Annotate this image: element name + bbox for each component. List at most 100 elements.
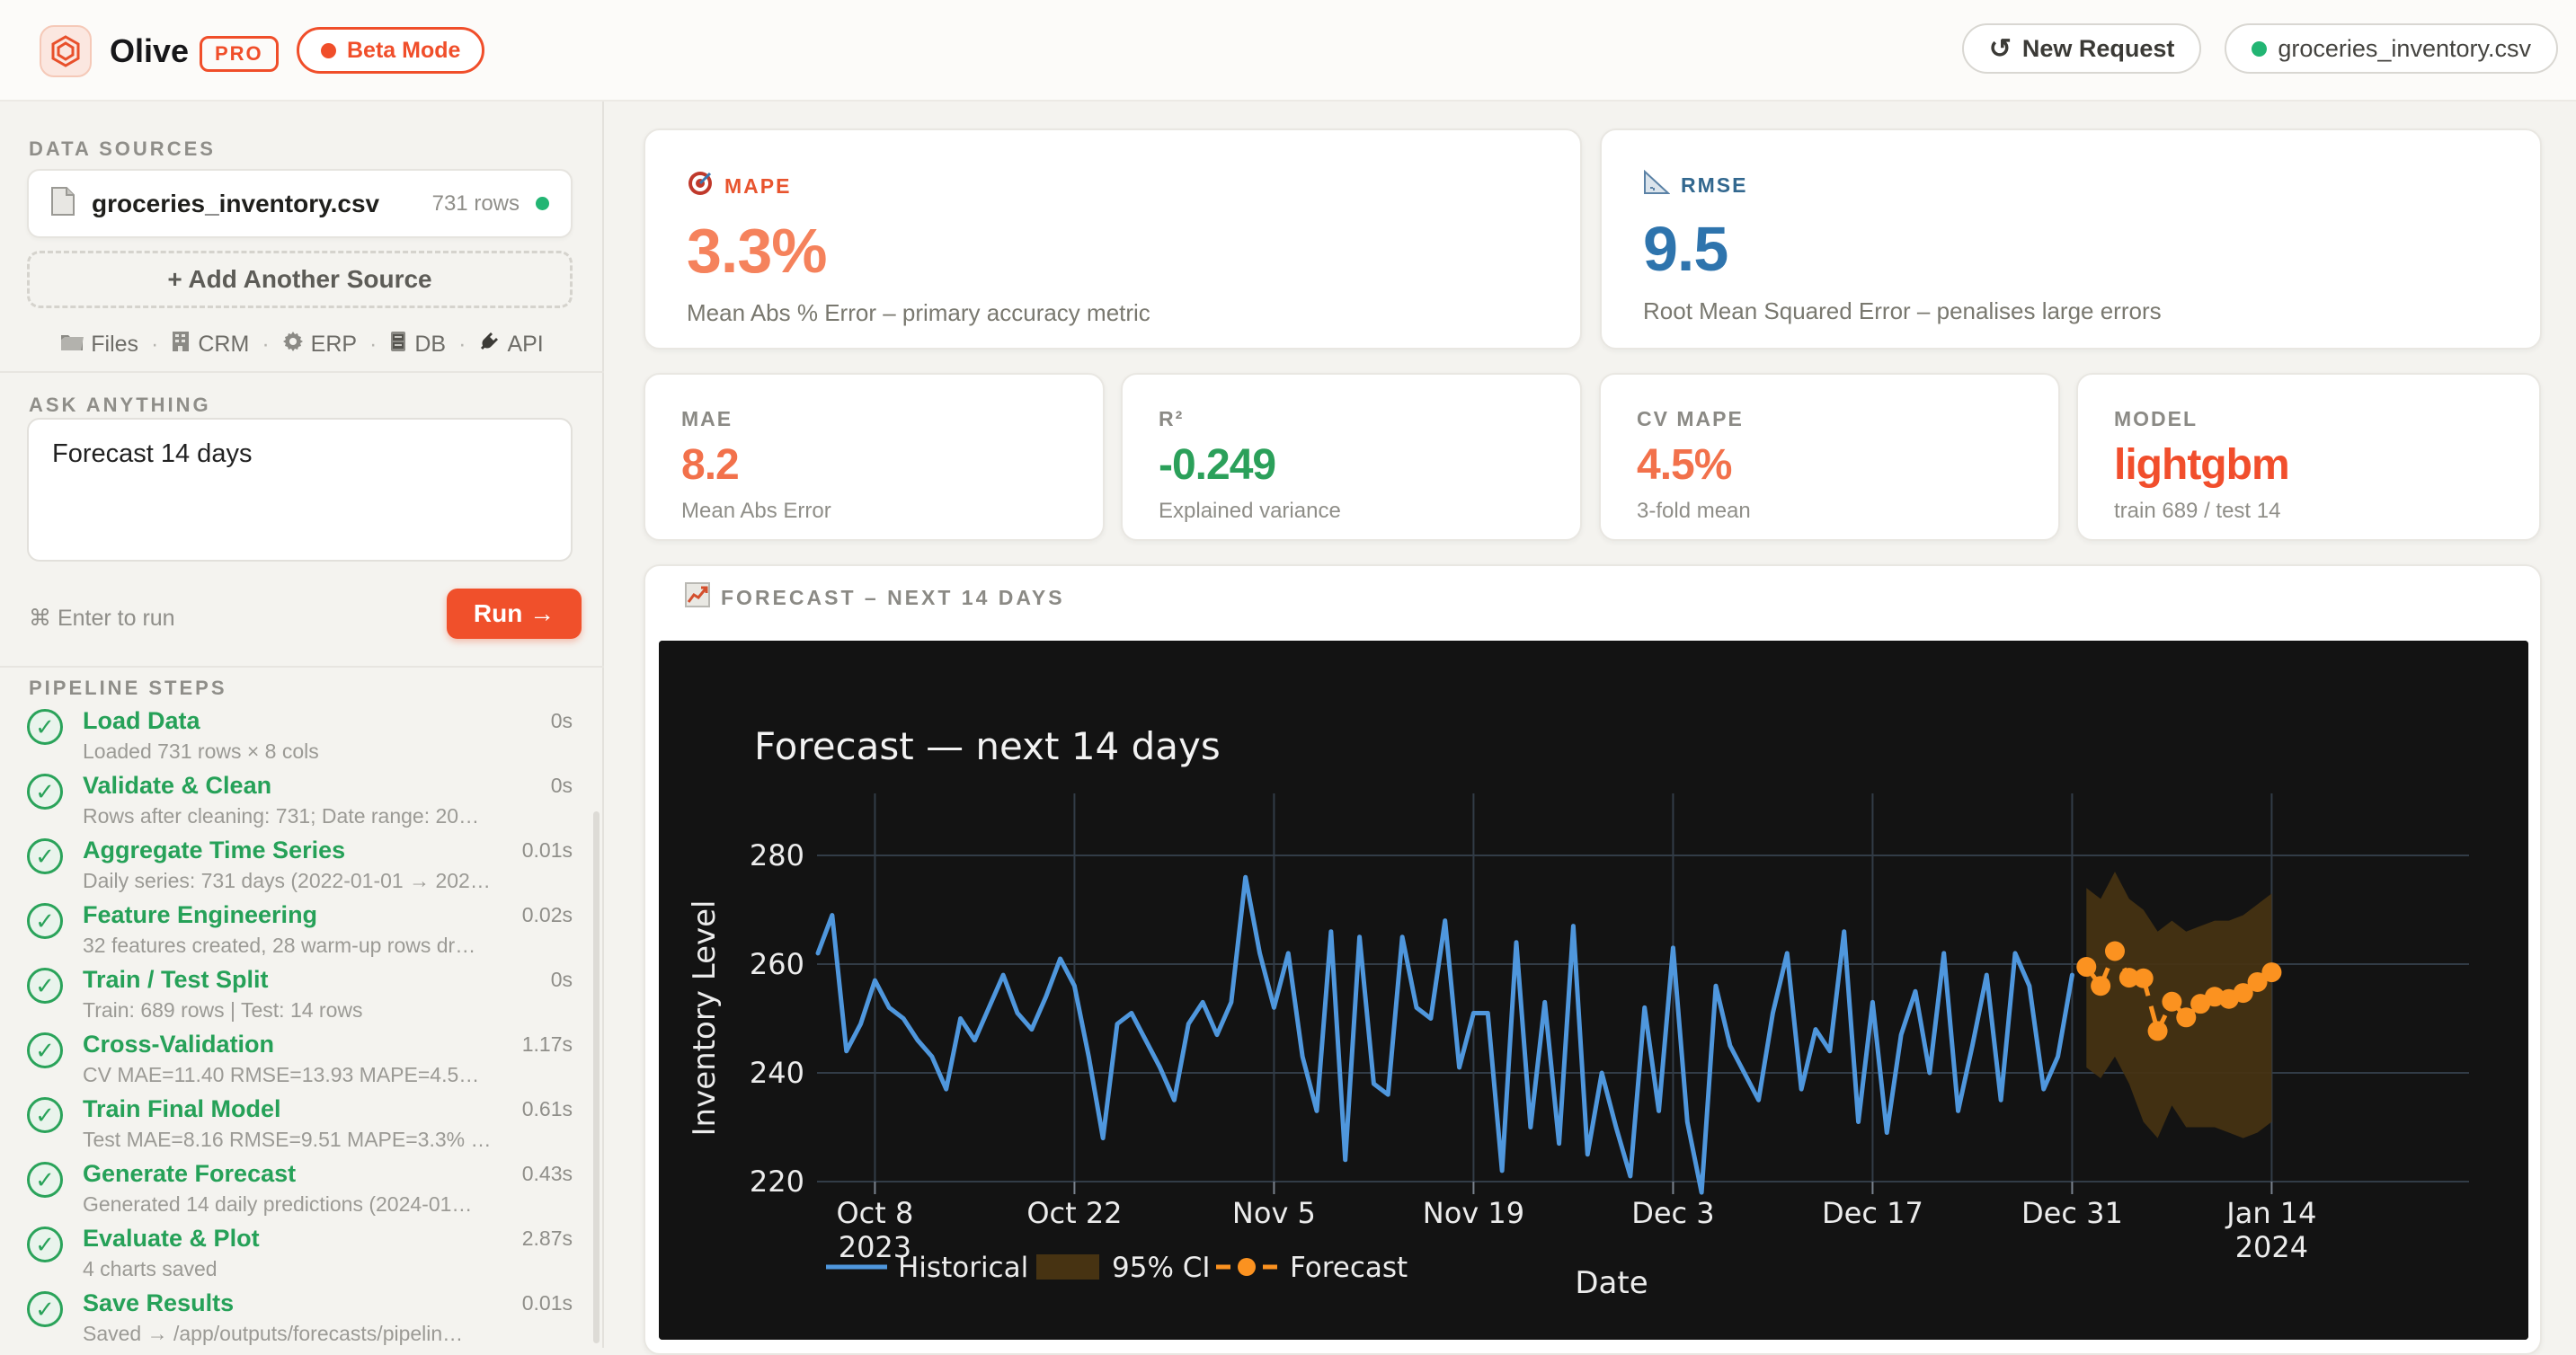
check-icon: ✓ — [27, 1097, 63, 1133]
rmse-label: RMSE — [1681, 173, 1748, 197]
pipeline-steps-heading: PIPELINE STEPS — [29, 677, 227, 699]
database-icon — [389, 331, 407, 359]
step-detail: Loaded 731 rows × 8 cols — [83, 739, 319, 763]
step-title: Save Results — [83, 1289, 235, 1316]
beta-dot-icon — [321, 42, 336, 58]
step-title: Generate Forecast — [83, 1160, 297, 1187]
source-type-crm[interactable]: CRM — [171, 331, 249, 359]
model-desc: train 689 / test 14 — [2114, 499, 2281, 523]
step-title: Validate & Clean — [83, 772, 272, 799]
source-type-files[interactable]: Files — [60, 332, 138, 358]
pipeline-step[interactable]: ✓ Aggregate Time Series Daily series: 73… — [0, 835, 604, 899]
step-detail: Train: 689 rows | Test: 14 rows — [83, 998, 363, 1022]
step-detail: 32 features created, 28 warm-up rows dr… — [83, 934, 476, 957]
mape-card: MAPE 3.3% Mean Abs % Error – primary acc… — [644, 128, 1582, 350]
check-icon: ✓ — [27, 709, 63, 745]
step-detail: Rows after cleaning: 731; Date range: 20… — [83, 804, 480, 828]
r2-label: R² — [1159, 407, 1185, 430]
mape-desc: Mean Abs % Error – primary accuracy metr… — [687, 299, 1150, 326]
svg-text:Forecast — next 14 days: Forecast — next 14 days — [754, 724, 1221, 768]
svg-text:Forecast: Forecast — [1290, 1252, 1408, 1284]
step-duration: 2.87s — [521, 1227, 573, 1250]
svg-text:2024: 2024 — [2235, 1230, 2308, 1264]
step-detail: Daily series: 731 days (2022-01-01 → 202… — [83, 869, 491, 892]
svg-text:Date: Date — [1575, 1265, 1648, 1301]
mae-value: 8.2 — [681, 441, 740, 489]
svg-text:Dec 3: Dec 3 — [1631, 1196, 1714, 1230]
run-button[interactable]: Run → — [447, 589, 582, 639]
source-status-dot — [536, 197, 549, 210]
pipeline-step[interactable]: ✓ Evaluate & Plot 4 charts saved 2.87s — [0, 1223, 604, 1288]
step-title: Load Data — [83, 707, 200, 734]
svg-text:Inventory Level: Inventory Level — [687, 900, 723, 1137]
svg-text:Nov 5: Nov 5 — [1232, 1196, 1316, 1230]
check-icon: ✓ — [27, 1291, 63, 1327]
rmse-value: 9.5 — [1643, 214, 1728, 284]
sidebar-scrollbar[interactable] — [593, 811, 600, 1343]
database-icon-item[interactable]: DB — [389, 331, 446, 359]
folder-icon — [60, 332, 84, 358]
active-file-pill[interactable]: groceries_inventory.csv — [2225, 23, 2558, 74]
source-file-card[interactable]: groceries_inventory.csv 731 rows — [27, 169, 573, 238]
svg-text:220: 220 — [750, 1165, 804, 1199]
pipeline-step[interactable]: ✓ Save Results Saved → /app/outputs/fore… — [0, 1288, 604, 1352]
mae-desc: Mean Abs Error — [681, 499, 831, 523]
forecast-chart: 220 240 260 280 Oct 8 2023 Oct 22 Nov 5 Nov 19 De… — [659, 641, 2528, 1340]
pipeline-step[interactable]: ✓ Train Final Model Test MAE=8.16 RMSE=9… — [0, 1094, 604, 1158]
step-duration: 0s — [550, 968, 573, 991]
source-row-count: 731 rows — [431, 190, 520, 216]
pipeline-step[interactable]: ✓ Cross-Validation CV MAE=11.40 RMSE=13.… — [0, 1029, 604, 1094]
model-label: MODEL — [2114, 407, 2198, 430]
app-title: Olive — [110, 32, 190, 69]
check-icon: ✓ — [27, 1162, 63, 1198]
step-title: Cross-Validation — [83, 1031, 275, 1058]
target-icon — [687, 170, 714, 202]
step-detail: 4 charts saved — [83, 1257, 218, 1280]
check-icon: ✓ — [27, 1227, 63, 1262]
add-source-button[interactable]: + Add Another Source — [27, 251, 573, 308]
cv-mape-card: CV MAPE 4.5% 3-fold mean — [1599, 373, 2060, 541]
pipeline-step[interactable]: ✓ Generate Forecast Generated 14 daily p… — [0, 1158, 604, 1223]
step-duration: 0.02s — [521, 903, 573, 926]
data-sources-heading: DATA SOURCES — [29, 137, 216, 160]
svg-text:Oct 8: Oct 8 — [836, 1196, 913, 1230]
forecast-heading: FORECAST – NEXT 14 DAYS — [721, 585, 1065, 609]
svg-text:240: 240 — [750, 1056, 804, 1090]
file-icon — [50, 186, 76, 221]
svg-text:260: 260 — [750, 947, 804, 981]
step-title: Evaluate & Plot — [83, 1225, 260, 1252]
app-logo-icon — [40, 25, 92, 77]
beta-label: Beta Mode — [347, 37, 461, 63]
step-title: Train / Test Split — [83, 966, 269, 993]
new-request-button[interactable]: ↺ New Request — [1961, 23, 2202, 74]
step-detail: Saved → /app/outputs/forecasts/pipelin… — [83, 1322, 464, 1345]
svg-text:Historical: Historical — [898, 1252, 1028, 1284]
pro-badge: PRO — [200, 36, 279, 72]
step-detail: Generated 14 daily predictions (2024-01… — [83, 1192, 473, 1216]
api-icon-item[interactable]: API — [478, 331, 544, 359]
check-icon: ✓ — [27, 838, 63, 874]
run-hint: ⌘ Enter to run — [29, 606, 175, 631]
step-duration: 0.43s — [521, 1162, 573, 1185]
step-duration: 0s — [550, 709, 573, 732]
top-bar: Olive PRO Beta Mode ↺ New Request grocer… — [0, 0, 2576, 102]
model-card: MODEL lightgbm train 689 / test 14 — [2076, 373, 2541, 541]
gear-icon — [282, 331, 304, 359]
mae-card: MAE 8.2 Mean Abs Error — [644, 373, 1105, 541]
building-icon — [171, 331, 191, 359]
gear-icon-item[interactable]: ERP — [282, 331, 357, 359]
status-dot-icon — [2252, 40, 2268, 57]
cv-mape-value: 4.5% — [1637, 441, 1732, 489]
pipeline-step[interactable]: ✓ Validate & Clean Rows after cleaning: … — [0, 770, 604, 835]
query-input[interactable]: Forecast 14 days — [27, 418, 573, 562]
pipeline-step[interactable]: ✓ Feature Engineering 32 features create… — [0, 899, 604, 964]
step-title: Train Final Model — [83, 1095, 281, 1122]
check-icon: ✓ — [27, 774, 63, 810]
mape-value: 3.3% — [687, 216, 828, 286]
pipeline-step[interactable]: ✓ Load Data Loaded 731 rows × 8 cols 0s — [0, 705, 604, 770]
svg-text:Nov 19: Nov 19 — [1423, 1196, 1524, 1230]
beta-mode-pill[interactable]: Beta Mode — [297, 27, 485, 74]
step-title: Aggregate Time Series — [83, 837, 346, 863]
step-duration: 0.01s — [521, 838, 573, 862]
pipeline-step[interactable]: ✓ Train / Test Split Train: 689 rows | T… — [0, 964, 604, 1029]
